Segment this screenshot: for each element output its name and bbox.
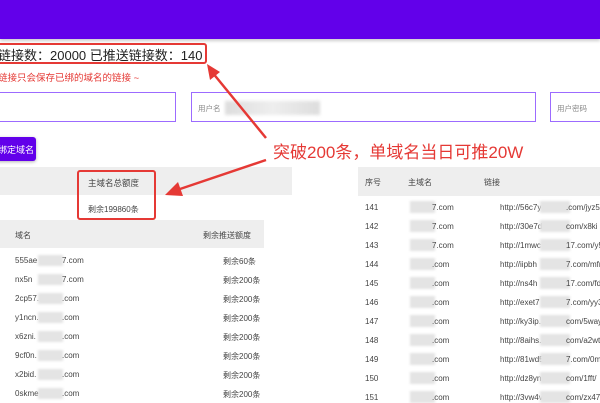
annotation-arrows: [165, 64, 267, 196]
arrow-icon: [165, 64, 267, 196]
